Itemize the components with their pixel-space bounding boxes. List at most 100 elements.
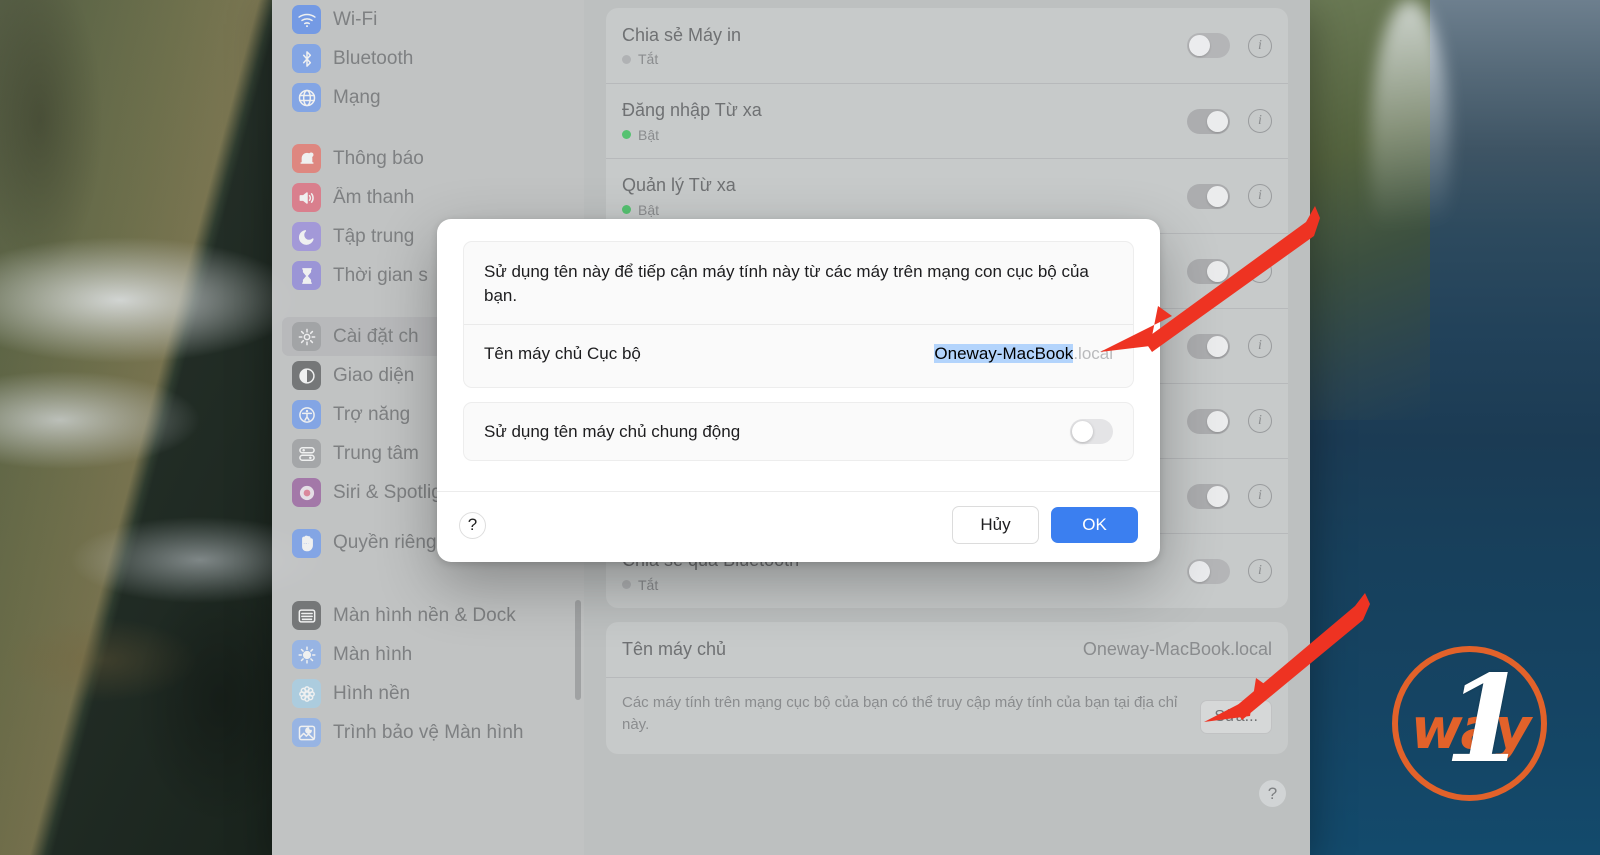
sidebar-item-desktop-dock[interactable]: Màn hình nền & Dock	[282, 596, 574, 635]
dynamic-hostname-toggle[interactable]	[1070, 419, 1113, 445]
sidebar-item-label: Thông báo	[333, 147, 424, 169]
edit-button[interactable]: Sửa...	[1200, 700, 1272, 734]
hostname-row: Tên máy chủ Oneway-MacBook.local	[606, 622, 1288, 677]
cancel-button[interactable]: Hủy	[952, 506, 1039, 544]
sidebar-item-sound[interactable]: Âm thanh	[282, 178, 574, 217]
wifi-icon	[292, 5, 321, 34]
sidebar-item-label: Trình bảo vệ Màn hình	[333, 721, 524, 743]
network-icon	[292, 83, 321, 112]
help-icon[interactable]: ?	[1259, 780, 1286, 807]
info-icon[interactable]: i	[1248, 409, 1272, 433]
sidebar-item-label: Màn hình	[333, 643, 413, 665]
appearance-icon	[292, 361, 321, 390]
dialog-hostname-row[interactable]: Tên máy chủ Cục bộ Oneway-MacBook.local	[464, 324, 1133, 387]
service-status: Tắt	[622, 51, 1187, 67]
toggle-knob	[1207, 110, 1228, 132]
sidebar-item-network[interactable]: Mạng	[282, 78, 574, 117]
sidebar-item-label: Màn hình nền & Dock	[333, 604, 516, 626]
sharing-service-row[interactable]: Đăng nhập Từ xa Bật i	[606, 83, 1288, 158]
row-texts: Quản lý Từ xa Bật	[622, 174, 1187, 218]
service-toggle[interactable]	[1187, 408, 1230, 434]
sidebar-item-label: Cài đặt ch	[333, 325, 419, 347]
sidebar-item-notifications[interactable]: Thông báo	[282, 139, 574, 178]
control-center-icon	[292, 439, 321, 468]
status-label: Bật	[638, 126, 660, 143]
sidebar-scrollbar[interactable]	[575, 600, 581, 700]
service-toggle[interactable]	[1187, 333, 1230, 359]
bluetooth-icon	[292, 44, 321, 73]
sidebar-item-label: Wi-Fi	[333, 8, 378, 30]
screen-time-icon	[292, 261, 321, 290]
info-icon[interactable]: i	[1248, 484, 1272, 508]
privacy-icon	[292, 528, 321, 558]
info-icon[interactable]: i	[1248, 259, 1272, 283]
dynamic-hostname-label: Sử dụng tên máy chủ chung động	[484, 421, 741, 441]
dialog-description: Sử dụng tên này để tiếp cận máy tính này…	[484, 262, 1089, 306]
sidebar-separator	[282, 117, 574, 139]
sidebar-item-label: Thời gian s	[333, 264, 428, 286]
hostname-description: Các máy tính trên mạng cục bộ của bạn có…	[622, 694, 1178, 733]
desktop-dock-icon	[292, 601, 321, 630]
toggle-knob	[1207, 335, 1228, 357]
status-label: Tắt	[638, 51, 659, 68]
local-hostname-input[interactable]: Oneway-MacBook.local	[934, 344, 1113, 364]
hostname-label: Tên máy chủ	[622, 639, 727, 659]
sidebar-item-screensaver[interactable]: Trình bảo vệ Màn hình	[282, 713, 574, 752]
sound-icon	[292, 183, 321, 212]
dynamic-hostname-card[interactable]: Sử dụng tên máy chủ chung động	[463, 402, 1134, 462]
dialog-help-icon[interactable]: ?	[459, 511, 486, 539]
dialog-hostname-label: Tên máy chủ Cục bộ	[484, 344, 641, 364]
local-hostname-dialog: Sử dụng tên này để tiếp cận máy tính này…	[437, 219, 1160, 562]
sidebar-item-label: Tập trung	[333, 225, 415, 247]
dialog-hostname-card: Sử dụng tên này để tiếp cận máy tính này…	[463, 241, 1134, 389]
info-icon[interactable]: i	[1248, 184, 1272, 208]
service-title: Đăng nhập Từ xa	[622, 100, 762, 121]
hostname-value: Oneway-MacBook.local	[1082, 639, 1272, 659]
siri-icon	[292, 478, 321, 507]
service-title: Quản lý Từ xa	[622, 175, 736, 196]
sidebar-item-label: Âm thanh	[333, 186, 415, 208]
accessibility-icon	[292, 400, 321, 429]
sidebar-item-label: Hình nền	[333, 682, 411, 704]
hostname-selected-text: Oneway-MacBook	[934, 344, 1074, 364]
sidebar-item-displays[interactable]: Màn hình	[282, 635, 574, 674]
sharing-service-row[interactable]: Chia sẻ Máy in Tắt i	[606, 8, 1288, 83]
status-dot	[622, 54, 631, 64]
service-status: Tắt	[622, 577, 1187, 593]
sidebar-item-bluetooth[interactable]: Bluetooth	[282, 39, 574, 78]
info-icon[interactable]: i	[1248, 33, 1272, 58]
toggle-knob	[1189, 35, 1210, 56]
ok-button[interactable]: OK	[1051, 507, 1138, 543]
toggle-knob	[1207, 260, 1228, 282]
notifications-icon	[292, 144, 321, 173]
status-dot	[622, 205, 631, 215]
sidebar-item-label: Trợ năng	[333, 403, 411, 425]
service-toggle[interactable]	[1187, 483, 1230, 509]
service-toggle[interactable]	[1187, 108, 1230, 134]
wallpaper-hillside	[0, 0, 272, 855]
brand-watermark: way 1	[1392, 646, 1547, 801]
focus-icon	[292, 222, 321, 251]
toggle-knob	[1207, 410, 1228, 432]
sidebar-item-wallpaper[interactable]: Hình nền	[282, 674, 574, 713]
service-toggle[interactable]	[1187, 558, 1230, 584]
hostname-group: Tên máy chủ Oneway-MacBook.local Các máy…	[606, 622, 1288, 754]
service-toggle[interactable]	[1187, 183, 1230, 209]
toggle-knob	[1207, 485, 1228, 507]
toggle-knob	[1207, 185, 1228, 207]
service-status: Bật	[622, 127, 1187, 143]
sidebar-item-wifi[interactable]: Wi-Fi	[282, 0, 574, 39]
row-texts: Chia sẻ Máy in Tắt	[622, 24, 1187, 67]
watermark-numeral: 1	[1444, 649, 1528, 790]
info-icon[interactable]: i	[1248, 109, 1272, 133]
sidebar-item-label: Trung tâm	[333, 442, 419, 464]
hostname-suffix: .local	[1073, 344, 1113, 364]
dialog-body: Sử dụng tên này để tiếp cận máy tính này…	[437, 219, 1160, 491]
service-toggle[interactable]	[1187, 258, 1230, 284]
general-icon	[292, 322, 321, 351]
screensaver-icon	[292, 718, 321, 747]
service-toggle[interactable]	[1187, 33, 1230, 58]
info-icon[interactable]: i	[1248, 559, 1272, 583]
info-icon[interactable]: i	[1248, 334, 1272, 358]
status-dot	[622, 130, 631, 140]
